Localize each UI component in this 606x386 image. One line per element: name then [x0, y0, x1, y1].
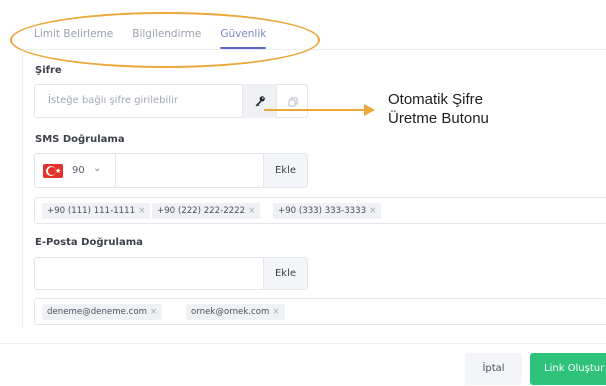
annotation-arrow-head: [364, 104, 375, 116]
email-input[interactable]: [35, 258, 263, 289]
email-chip: deneme@deneme.com ×: [42, 304, 163, 320]
remove-chip-icon[interactable]: ×: [272, 307, 279, 317]
annotation-text: Otomatik Şifre Üretme Butonu: [388, 90, 489, 128]
phone-chip: +90 (222) 222-2222 ×: [152, 203, 261, 219]
password-field[interactable]: İsteğe bağlı şifre girilebilir: [34, 84, 308, 118]
generate-password-button[interactable]: [242, 84, 276, 118]
tab-guvenlik[interactable]: Güvenlik: [220, 27, 267, 49]
phone-chips-box: +90 (111) 111-1111 × +90 (222) 222-2222 × …: [34, 197, 606, 224]
email-chips-box: deneme@deneme.com × ornek@ornek.com ×: [34, 298, 606, 325]
key-icon: [254, 92, 266, 111]
sms-input-group: ★ 90 ⌄ Ekle: [34, 153, 308, 188]
remove-chip-icon[interactable]: ×: [369, 206, 376, 216]
phone-chip: +90 (333) 333-3333 ×: [273, 203, 382, 219]
turkey-flag-icon: ★: [43, 164, 63, 178]
add-phone-button[interactable]: Ekle: [263, 154, 307, 187]
phone-chip: +90 (111) 111-1111 ×: [42, 203, 151, 219]
tab-bar: Limit Belirleme Bilgilendirme Güvenlik: [34, 27, 285, 49]
add-email-button[interactable]: Ekle: [263, 258, 307, 289]
tab-bilgilendirme[interactable]: Bilgilendirme: [132, 27, 201, 49]
email-chip: ornek@ornek.com ×: [186, 304, 285, 320]
annotation-line-2: Üretme Butonu: [388, 110, 489, 127]
country-code[interactable]: 90: [72, 165, 85, 176]
email-label: E-Posta Doğrulama: [35, 237, 143, 248]
footer-divider: [0, 343, 606, 344]
sms-label: SMS Doğrulama: [35, 134, 125, 145]
create-link-button[interactable]: Link Oluştur: [530, 353, 606, 385]
copy-icon: [288, 92, 298, 111]
tab-limit-belirleme[interactable]: Limit Belirleme: [34, 27, 113, 49]
remove-chip-icon[interactable]: ×: [248, 206, 255, 216]
annotation-line-1: Otomatik Şifre: [388, 91, 484, 108]
password-placeholder: İsteğe bağlı şifre girilebilir: [48, 95, 178, 106]
chevron-down-icon[interactable]: ⌄: [93, 163, 101, 174]
cancel-button[interactable]: İptal: [465, 353, 522, 385]
remove-chip-icon[interactable]: ×: [150, 307, 157, 317]
password-label: Şifre: [35, 65, 62, 76]
phone-input[interactable]: [116, 154, 264, 187]
copy-password-button[interactable]: [276, 85, 308, 117]
email-input-group: Ekle: [34, 257, 308, 290]
annotation-arrow-line: [264, 109, 365, 111]
remove-chip-icon[interactable]: ×: [138, 206, 145, 216]
